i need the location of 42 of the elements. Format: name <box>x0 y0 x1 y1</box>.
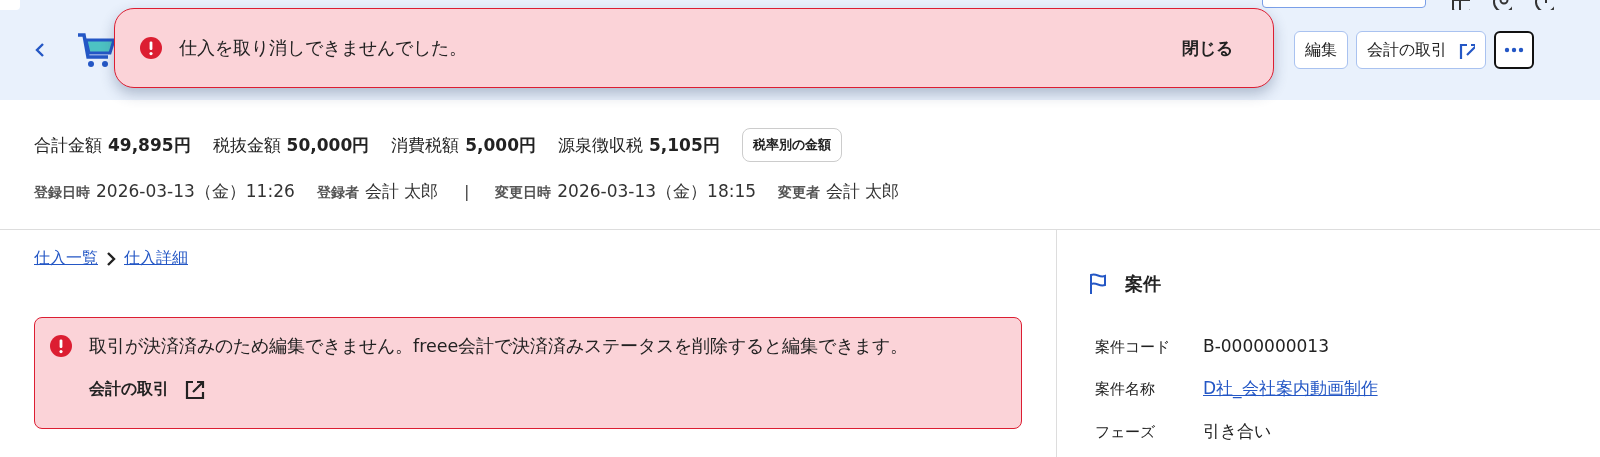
amount-value: 5,105円 <box>649 133 720 157</box>
amount-value: 49,895円 <box>108 133 191 157</box>
edit-button[interactable]: 編集 <box>1294 31 1348 69</box>
amount-label: 消費税額 <box>391 133 460 157</box>
toast-message: 仕入を取り消しできませんでした。 <box>179 36 468 60</box>
field-value: 引き合い <box>1203 420 1272 443</box>
close-button[interactable]: 閉じる <box>1172 30 1243 66</box>
field-label: 案件コード <box>1095 338 1171 357</box>
amount-label: 源泉徴収税 <box>558 133 643 157</box>
accounting-link[interactable]: 会計の取引 <box>89 378 909 400</box>
amount-label: 合計金額 <box>34 133 102 157</box>
amount-label: 税抜金額 <box>212 133 281 157</box>
accounting-button[interactable]: 会計の取引 <box>1356 31 1486 69</box>
meta-value: 2026-03-13（金）11:26 <box>96 180 295 203</box>
cart-icon <box>76 31 116 69</box>
separator: | <box>464 183 470 201</box>
breadcrumb-link[interactable]: 仕入詳細 <box>124 248 188 269</box>
meta-value: 2026-03-13（金）18:15 <box>557 180 757 203</box>
error-icon <box>139 36 163 60</box>
back-icon[interactable] <box>34 42 46 58</box>
chevron-icon <box>106 250 116 267</box>
external-link-icon <box>183 378 205 400</box>
meta-label: 変更日時 <box>495 184 552 202</box>
meta-label: 登録者 <box>316 184 359 202</box>
field-label: フェーズ <box>1095 423 1156 442</box>
project-link[interactable]: D社_会社案内動画制作 <box>1203 377 1378 400</box>
meta-label: 登録日時 <box>34 184 90 202</box>
field-label: 案件名称 <box>1095 380 1156 399</box>
meta-label: 変更者 <box>778 184 821 202</box>
meta-value: 会計 太郎 <box>364 180 439 203</box>
section-title: 案件 <box>1125 272 1161 296</box>
error-icon <box>49 334 73 358</box>
breadcrumb-link[interactable]: 仕入一覧 <box>34 248 98 269</box>
alert-message: 取引が決済済みのため編集できません。freee会計で決済済みステータスを削除すると編集できます。 <box>89 335 909 358</box>
external-link-icon <box>1457 41 1475 59</box>
flag-icon <box>1089 272 1107 296</box>
field-value: B-0000000013 <box>1203 336 1330 356</box>
meta-value: 会計 太郎 <box>826 180 900 203</box>
tax-rate-button[interactable]: 税率別の金額 <box>741 128 842 162</box>
amount-value: 5,000円 <box>465 133 536 157</box>
more-button[interactable] <box>1494 31 1534 69</box>
amount-value: 50,000円 <box>286 133 370 157</box>
